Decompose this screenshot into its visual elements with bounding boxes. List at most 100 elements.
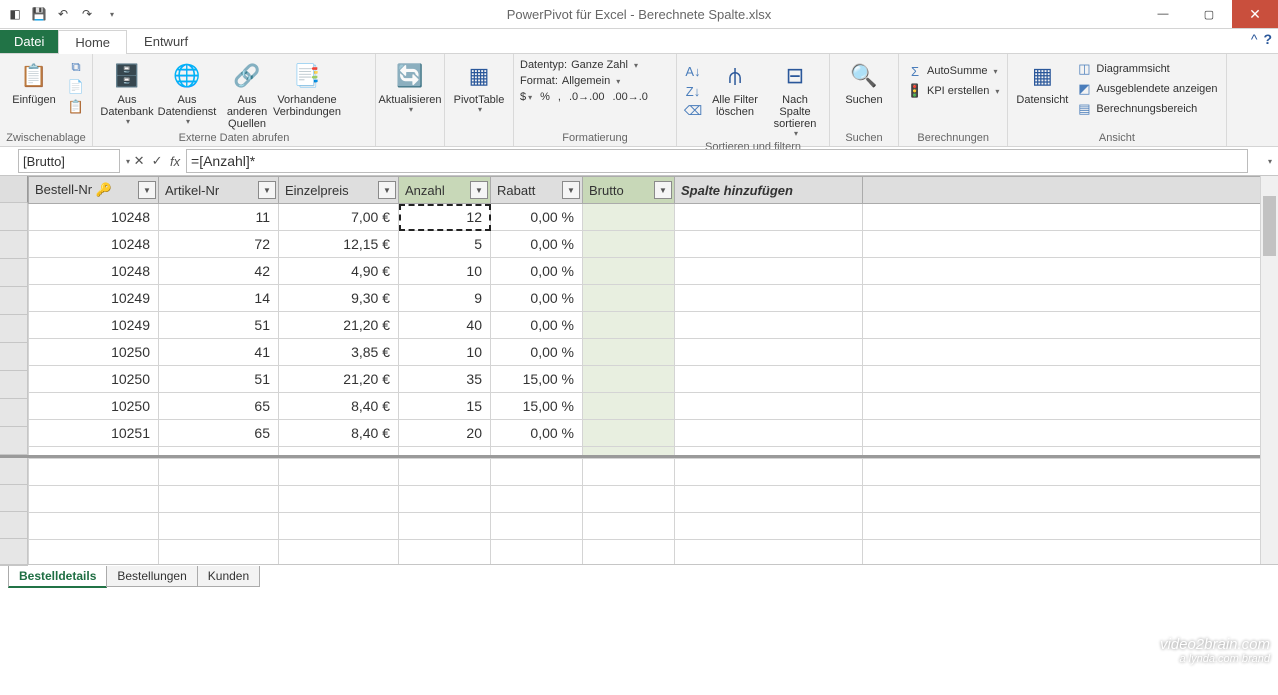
cell[interactable]: 10249 bbox=[29, 312, 159, 339]
table-row[interactable]: 10251228,40 €65,00 % bbox=[29, 447, 1278, 456]
cell[interactable]: 8,40 € bbox=[279, 420, 399, 447]
datatype-selector[interactable]: Ganze Zahl bbox=[571, 59, 628, 71]
cell[interactable]: 14 bbox=[159, 285, 279, 312]
sort-asc-button[interactable]: A↓ bbox=[683, 62, 703, 80]
increase-decimal-button[interactable]: .0→.00 bbox=[569, 91, 604, 103]
filter-dropdown-icon[interactable]: ▼ bbox=[470, 181, 488, 199]
cell[interactable]: 51 bbox=[159, 366, 279, 393]
cell[interactable] bbox=[583, 285, 675, 312]
vertical-scrollbar[interactable] bbox=[1260, 176, 1278, 564]
clipboard-button[interactable]: 📋 bbox=[66, 98, 86, 116]
cell[interactable]: 10250 bbox=[29, 339, 159, 366]
cell[interactable]: 5,00 % bbox=[491, 447, 583, 456]
row-header[interactable] bbox=[0, 203, 28, 231]
pivottable-button[interactable]: ▦PivotTable▾ bbox=[451, 56, 507, 115]
cell[interactable]: 41 bbox=[159, 339, 279, 366]
filter-dropdown-icon[interactable]: ▼ bbox=[258, 181, 276, 199]
fx-icon[interactable]: fx bbox=[166, 150, 184, 172]
tab-home[interactable]: Home bbox=[58, 30, 127, 54]
row-header[interactable] bbox=[0, 259, 28, 287]
cell[interactable]: 15,00 % bbox=[491, 393, 583, 420]
sort-by-column-button[interactable]: ⊟Nach Spalte sortieren▾ bbox=[767, 56, 823, 139]
calculation-area-button[interactable]: ▤Berechnungsbereich bbox=[1074, 100, 1219, 118]
cell[interactable]: 0,00 % bbox=[491, 231, 583, 258]
from-dataservice-button[interactable]: 🌐Aus Datendienst▾ bbox=[159, 56, 215, 127]
minimize-button[interactable]: — bbox=[1140, 0, 1186, 28]
accept-formula-button[interactable]: ✓ bbox=[148, 150, 166, 172]
table-row[interactable]: 10251658,40 €200,00 % bbox=[29, 420, 1278, 447]
help-icon[interactable]: ? bbox=[1263, 31, 1272, 47]
cut-button[interactable]: ⧉ bbox=[66, 58, 86, 76]
ribbon-collapse-icon[interactable]: ^ bbox=[1251, 31, 1258, 47]
table-row[interactable]: 10249149,30 €90,00 % bbox=[29, 285, 1278, 312]
cell[interactable]: 0,00 % bbox=[491, 204, 583, 231]
cell[interactable] bbox=[583, 258, 675, 285]
cell[interactable] bbox=[583, 339, 675, 366]
sort-desc-button[interactable]: Z↓ bbox=[683, 82, 703, 100]
cell[interactable]: 10250 bbox=[29, 366, 159, 393]
name-box[interactable]: [Brutto] bbox=[18, 149, 120, 173]
qat-redo-icon[interactable]: ↷ bbox=[76, 3, 98, 25]
clear-filters-button[interactable]: ⫛Alle Filter löschen bbox=[707, 56, 763, 118]
paste-button[interactable]: 📋 Einfügen bbox=[6, 56, 62, 106]
comma-button[interactable]: , bbox=[558, 91, 561, 103]
cell[interactable]: 65 bbox=[159, 420, 279, 447]
row-header[interactable] bbox=[0, 371, 28, 399]
kpi-button[interactable]: 🚦KPI erstellen▾ bbox=[905, 82, 1001, 100]
column-header-rabatt[interactable]: Rabatt▼ bbox=[491, 177, 583, 204]
table-row[interactable]: 10250658,40 €1515,00 % bbox=[29, 393, 1278, 420]
table-row[interactable]: 102495121,20 €400,00 % bbox=[29, 312, 1278, 339]
maximize-button[interactable]: ▢ bbox=[1186, 0, 1232, 28]
cell[interactable]: 4,90 € bbox=[279, 258, 399, 285]
filter-dropdown-icon[interactable]: ▼ bbox=[562, 181, 580, 199]
column-header-bestell-nr[interactable]: Bestell-Nr 🔑▼ bbox=[29, 177, 159, 204]
cell[interactable]: 10248 bbox=[29, 231, 159, 258]
cell[interactable]: 22 bbox=[159, 447, 279, 456]
cell[interactable] bbox=[583, 366, 675, 393]
show-hidden-button[interactable]: ◩Ausgeblendete anzeigen bbox=[1074, 80, 1219, 98]
column-header-anzahl[interactable]: Anzahl▼ bbox=[399, 177, 491, 204]
scrollbar-thumb[interactable] bbox=[1263, 196, 1276, 256]
cell[interactable] bbox=[583, 420, 675, 447]
cell[interactable]: 65 bbox=[159, 393, 279, 420]
cancel-formula-button[interactable]: ✕ bbox=[130, 150, 148, 172]
cell[interactable]: 21,20 € bbox=[279, 366, 399, 393]
sheet-tab-bestellungen[interactable]: Bestellungen bbox=[106, 566, 197, 587]
cell[interactable]: 72 bbox=[159, 231, 279, 258]
cell[interactable]: 10250 bbox=[29, 393, 159, 420]
cell[interactable] bbox=[583, 231, 675, 258]
cell[interactable]: 6 bbox=[399, 447, 491, 456]
column-header-einzelpreis[interactable]: Einzelpreis▼ bbox=[279, 177, 399, 204]
autosum-button[interactable]: ΣAutoSumme▾ bbox=[905, 62, 1001, 80]
table-row[interactable]: 10248117,00 €120,00 % bbox=[29, 204, 1278, 231]
qat-save-icon[interactable]: 💾 bbox=[28, 3, 50, 25]
cell[interactable]: 0,00 % bbox=[491, 312, 583, 339]
cell[interactable]: 8,40 € bbox=[279, 447, 399, 456]
currency-button[interactable]: $▾ bbox=[520, 91, 532, 103]
clear-sort-button[interactable]: ⌫ bbox=[683, 102, 703, 120]
row-header[interactable] bbox=[0, 399, 28, 427]
cell[interactable]: 12 bbox=[399, 204, 491, 231]
add-column-header[interactable]: Spalte hinzufügen bbox=[675, 177, 863, 204]
refresh-button[interactable]: 🔄Aktualisieren▾ bbox=[382, 56, 438, 115]
row-header[interactable] bbox=[0, 287, 28, 315]
cell[interactable] bbox=[583, 393, 675, 420]
sheet-tab-bestelldetails[interactable]: Bestelldetails bbox=[8, 566, 107, 588]
cell[interactable] bbox=[583, 447, 675, 456]
copy-button[interactable]: 📄 bbox=[66, 78, 86, 96]
filter-dropdown-icon[interactable]: ▼ bbox=[138, 181, 156, 199]
qat-undo-icon[interactable]: ↶ bbox=[52, 3, 74, 25]
cell[interactable]: 9,30 € bbox=[279, 285, 399, 312]
powerpivot-icon[interactable]: ◧ bbox=[4, 3, 26, 25]
cell[interactable]: 0,00 % bbox=[491, 285, 583, 312]
cell[interactable]: 10251 bbox=[29, 420, 159, 447]
filter-dropdown-icon[interactable]: ▼ bbox=[654, 181, 672, 199]
cell[interactable]: 10 bbox=[399, 258, 491, 285]
cell[interactable]: 5 bbox=[399, 231, 491, 258]
percent-button[interactable]: % bbox=[540, 91, 550, 103]
row-header[interactable] bbox=[0, 427, 28, 455]
from-other-button[interactable]: 🔗Aus anderen Quellen bbox=[219, 56, 275, 130]
sheet-tab-kunden[interactable]: Kunden bbox=[197, 566, 260, 587]
find-button[interactable]: 🔍Suchen bbox=[836, 56, 892, 106]
tab-file[interactable]: Datei bbox=[0, 30, 58, 53]
